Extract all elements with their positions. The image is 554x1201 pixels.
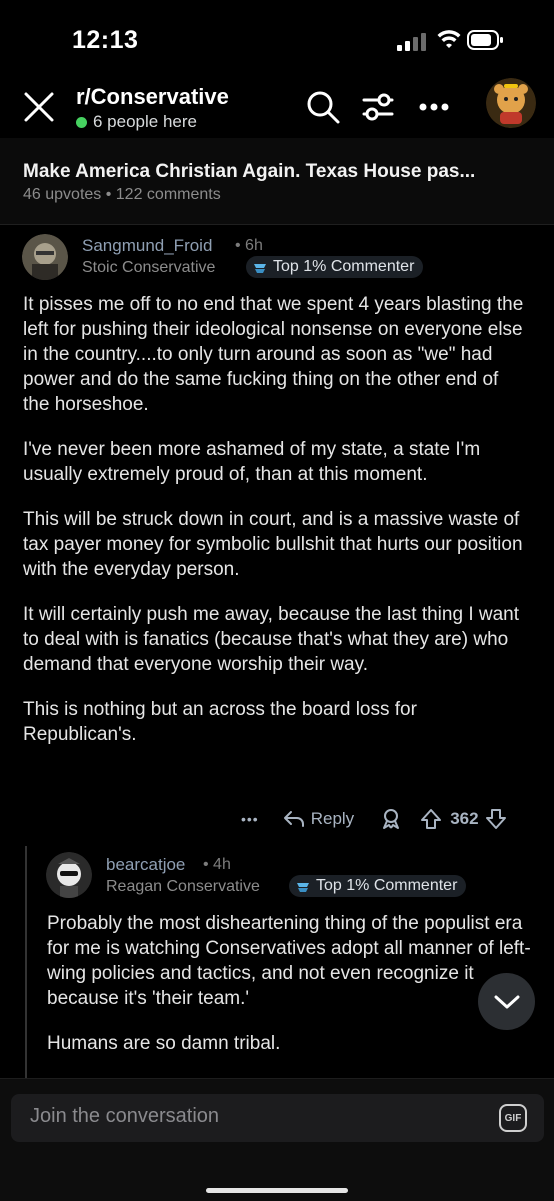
award-icon[interactable] — [380, 808, 402, 830]
comment-age: • 6h — [235, 237, 263, 254]
reply-button[interactable]: Reply — [283, 809, 354, 829]
gif-button[interactable]: GIF — [499, 1104, 527, 1132]
comment-body: Probably the most disheartening thing of… — [47, 911, 535, 1076]
more-options-button[interactable]: ••• — [241, 811, 259, 827]
online-status: 6 people here — [76, 112, 197, 132]
comment-avatar[interactable] — [22, 234, 68, 280]
comment-paragraph: It will certainly push me away, because … — [23, 604, 520, 675]
status-time: 12:13 — [72, 26, 139, 54]
comment-paragraph: This is nothing but an across the board … — [23, 699, 417, 745]
reply-label: Reply — [310, 809, 355, 828]
comment-input-placeholder[interactable]: Join the conversation — [30, 1105, 219, 1128]
comment-author[interactable]: bearcatjoe — [106, 855, 185, 875]
close-icon[interactable] — [22, 90, 56, 124]
comment-paragraph: This will be struck down in court, and i… — [23, 509, 523, 580]
top-commenter-badge: Top 1% Commenter — [289, 875, 467, 897]
comment-paragraph: It pisses me off to no end that we spent… — [23, 294, 524, 415]
thread-line[interactable] — [25, 846, 27, 1078]
post-title[interactable]: Make America Christian Again. Texas Hous… — [23, 161, 533, 183]
filter-icon[interactable] — [360, 90, 396, 124]
more-icon[interactable] — [419, 102, 449, 112]
post-meta: 46 upvotes • 122 comments — [23, 186, 221, 203]
comment-avatar[interactable] — [46, 852, 92, 898]
badge-icon — [254, 264, 266, 273]
comment-paragraph: I've never been more ashamed of my state… — [23, 439, 481, 485]
comment-author[interactable]: Sangmund_Froid — [82, 236, 212, 256]
search-icon[interactable] — [305, 89, 341, 125]
badge-label: Top 1% Commenter — [273, 258, 415, 275]
online-count: 6 people here — [93, 112, 197, 131]
home-indicator[interactable] — [206, 1188, 348, 1193]
top-commenter-badge: Top 1% Commenter — [246, 256, 424, 278]
comment-actions: ••• Reply 362 — [241, 808, 507, 830]
comment-paragraph: Humans are so damn tribal. — [47, 1033, 281, 1054]
signal-icon — [397, 33, 426, 51]
reply-icon — [283, 811, 304, 827]
user-flair: Stoic Conservative — [82, 259, 216, 276]
vote-score: 362 — [450, 809, 479, 828]
subreddit-name[interactable]: r/Conservative — [76, 84, 229, 110]
comment-body: It pisses me off to no end that we spent… — [23, 292, 528, 767]
battery-icon — [467, 30, 503, 50]
scroll-down-button[interactable] — [478, 973, 535, 1030]
user-flair: Reagan Conservative — [106, 878, 260, 895]
user-avatar[interactable] — [486, 78, 536, 128]
chevron-down-icon — [494, 995, 519, 1008]
wifi-icon — [437, 30, 461, 48]
badge-label: Top 1% Commenter — [316, 877, 458, 894]
downvote-icon[interactable] — [485, 808, 507, 830]
comment-paragraph: Probably the most disheartening thing of… — [47, 913, 531, 1009]
upvote-icon[interactable] — [420, 808, 442, 830]
comment-age: • 4h — [203, 856, 231, 873]
badge-icon — [297, 883, 309, 892]
online-dot-icon — [76, 116, 87, 128]
